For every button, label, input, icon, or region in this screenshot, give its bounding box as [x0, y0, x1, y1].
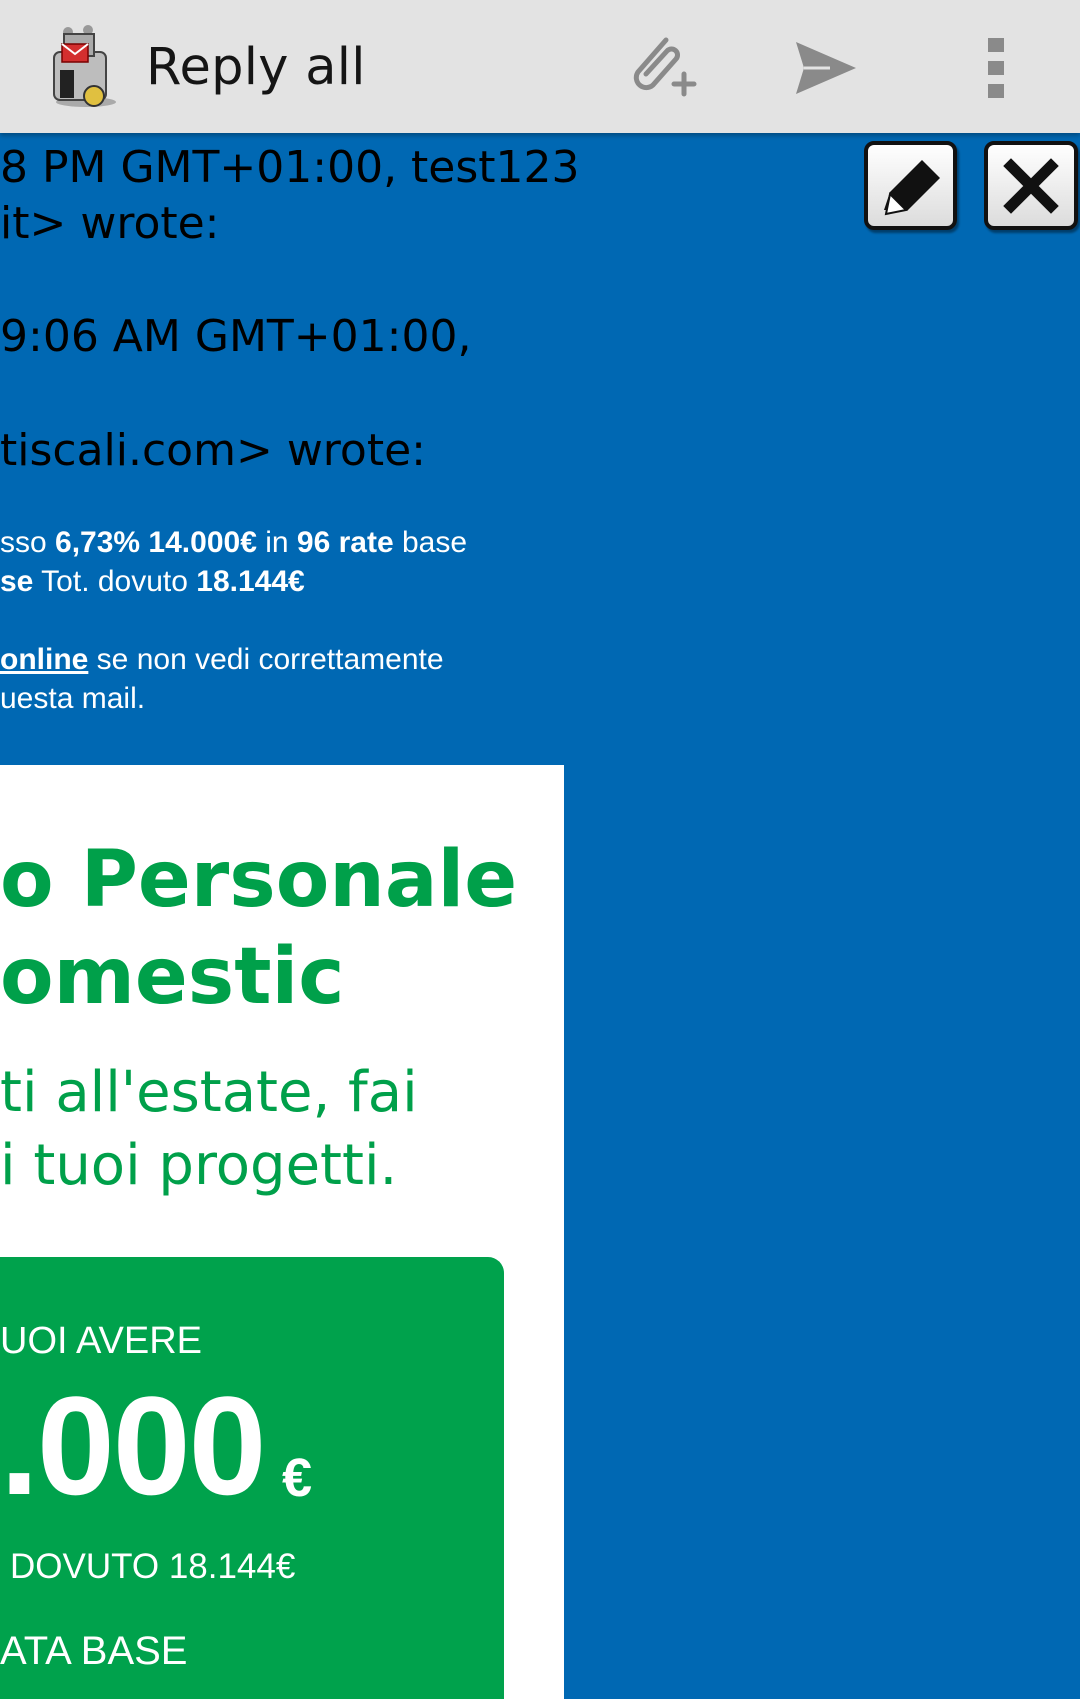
quote-header-line: it> wrote:: [0, 198, 220, 249]
pencil-icon: [883, 159, 940, 215]
promo-line: se Tot. dovuto 18.144€: [0, 565, 305, 598]
promo-line: sso 6,73% 14.000€ in 96 rate base: [0, 526, 468, 559]
promo-subtitle: ti all'estate, fai i tuoi progetti.: [0, 1060, 418, 1198]
loan-amount: .000: [0, 1367, 266, 1524]
more-vert-icon: [988, 38, 1004, 98]
base-rate-label: ATA BASE: [0, 1629, 188, 1673]
quote-header-line: tiscali.com> wrote:: [0, 425, 426, 476]
remove-quote-button[interactable]: [984, 141, 1078, 230]
send-icon: [796, 42, 856, 94]
promo-line: uesta mail.: [0, 682, 146, 715]
send-button[interactable]: [778, 20, 874, 116]
quote-header-line: 8 PM GMT+01:00, test123: [0, 142, 580, 193]
total-due: DOVUTO 18.144€: [10, 1547, 296, 1586]
more-options-button[interactable]: [948, 20, 1044, 116]
promo-headline: o Personale omestic: [0, 835, 518, 1022]
quote-header-line: 9:06 AM GMT+01:00,: [0, 311, 472, 362]
loan-label: UOI AVERE: [0, 1320, 203, 1362]
action-bar: Reply all: [0, 0, 1080, 133]
app-bar-title: Reply all: [146, 38, 366, 97]
app-icon[interactable]: [46, 22, 124, 108]
view-online-link[interactable]: online: [0, 643, 88, 676]
edit-quote-button[interactable]: [864, 141, 957, 230]
attach-add-icon: [633, 37, 697, 97]
promo-line: online se non vedi correttamente: [0, 643, 444, 676]
close-icon: [1003, 157, 1059, 214]
currency-symbol: €: [282, 1448, 313, 1508]
attach-button[interactable]: [610, 20, 706, 116]
loan-summary-box: UOI AVERE .000 € DOVUTO 18.144€ ATA BASE: [0, 1257, 504, 1699]
